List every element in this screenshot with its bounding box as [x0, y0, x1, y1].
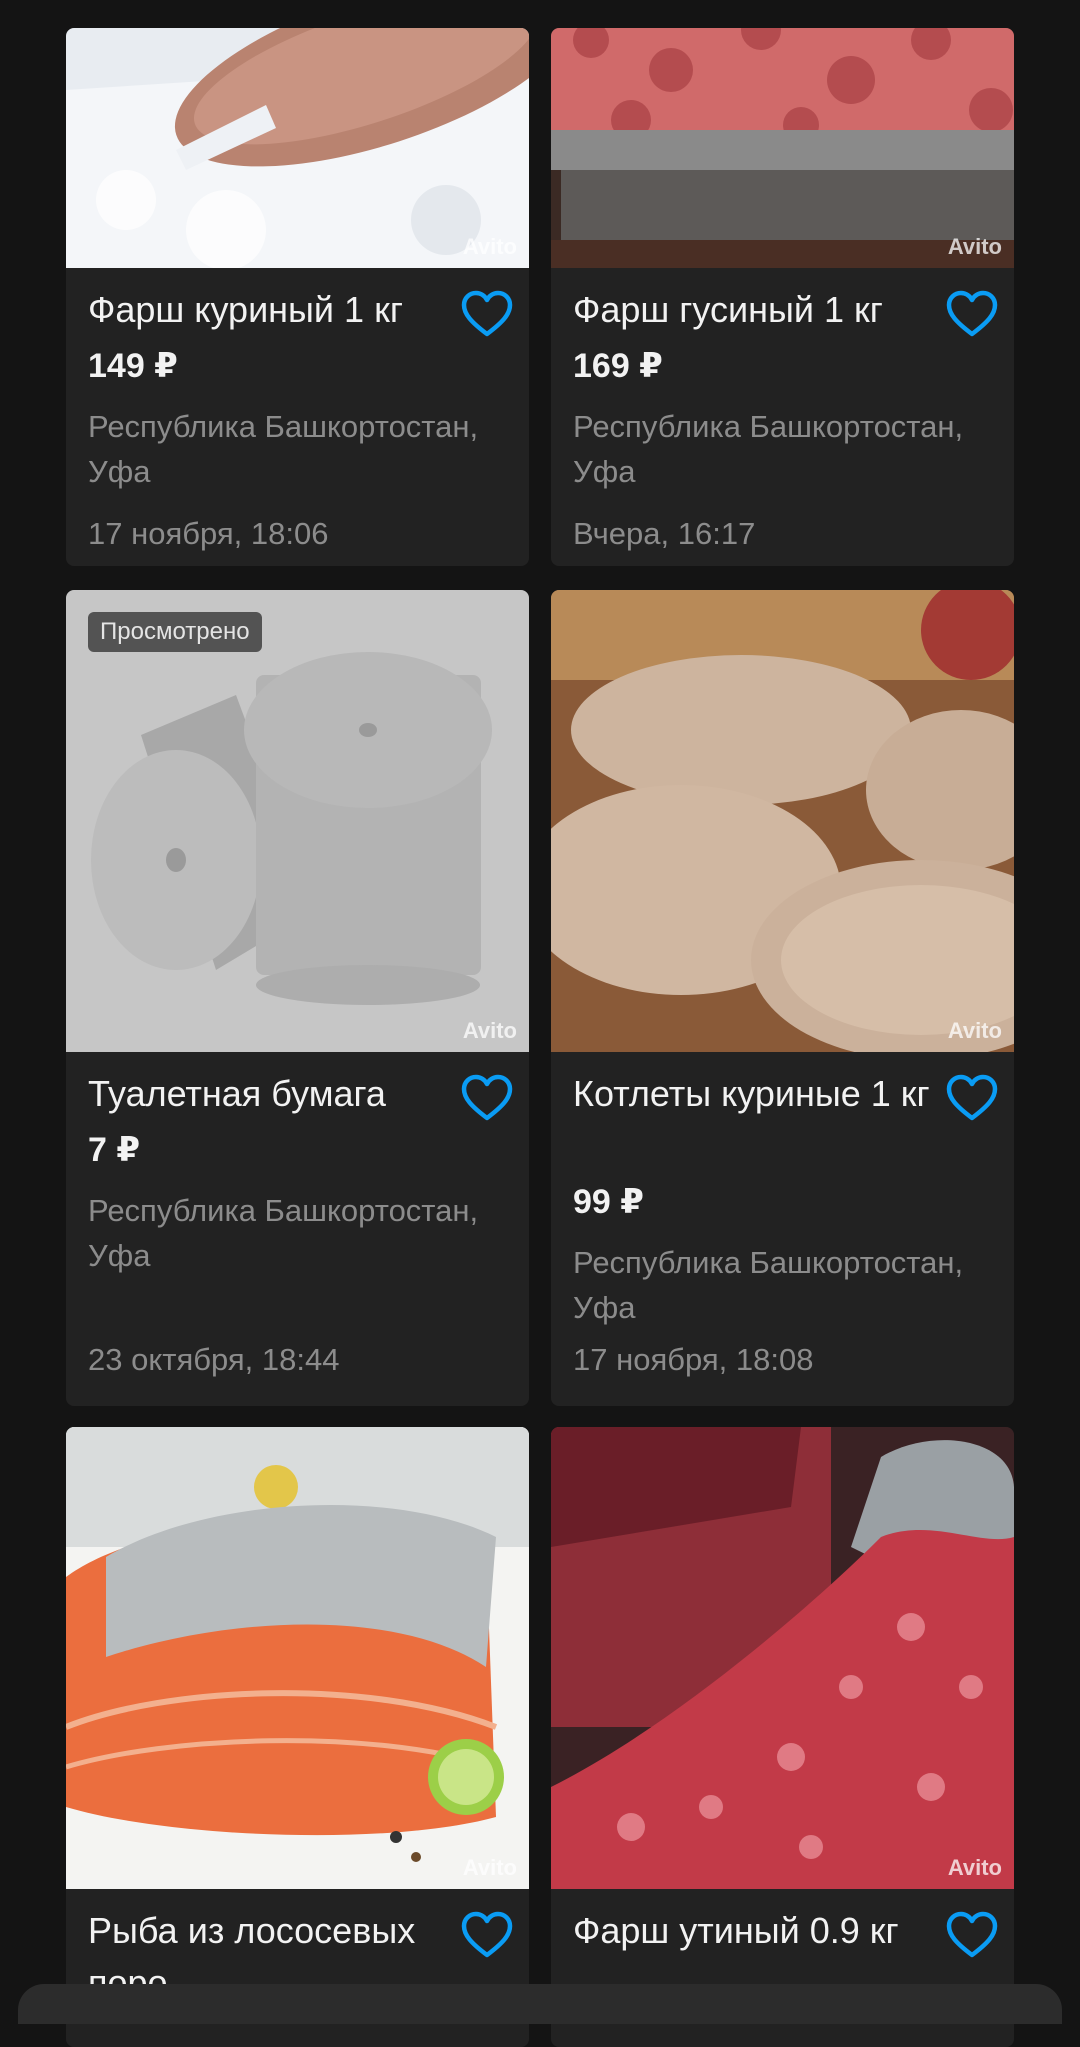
listing-title[interactable]: Котлеты куриные 1 кг: [573, 1068, 933, 1120]
heart-icon[interactable]: [946, 1911, 998, 1959]
listing-card[interactable]: Avito Фарш утиный 0.9 кг: [551, 1427, 1014, 2047]
listing-title[interactable]: Туалетная бумага: [88, 1068, 448, 1120]
avito-watermark: Avito: [462, 1018, 517, 1043]
avito-watermark: Avito: [947, 1018, 1002, 1043]
listing-photo[interactable]: Avito: [66, 28, 529, 268]
listing-location: Республика Башкортостан, Уфа: [88, 409, 479, 489]
ground-meat-ice-image: [66, 28, 529, 268]
listing-card[interactable]: Avito Фарш куриный 1 кг 149 ₽ Республика…: [66, 28, 529, 566]
listing-location: Республика Башкортостан, Уфа: [573, 1245, 964, 1325]
heart-icon[interactable]: [461, 1074, 513, 1122]
avito-watermark: Avito: [462, 1855, 517, 1880]
listing-card[interactable]: Avito Рыба из лососевых поро: [66, 1427, 529, 2047]
toilet-paper-image: [66, 590, 529, 1052]
listing-location: Республика Башкортостан, Уфа: [573, 409, 964, 489]
heart-icon[interactable]: [461, 1911, 513, 1959]
heart-icon[interactable]: [946, 290, 998, 338]
listing-photo[interactable]: Avito: [66, 1427, 529, 1889]
avito-watermark: Avito: [947, 1855, 1002, 1880]
listing-photo[interactable]: Avito: [551, 590, 1014, 1052]
goose-mince-tray-image: [551, 28, 1014, 268]
listing-photo[interactable]: Avito: [551, 28, 1014, 268]
listing-date: 17 ноября, 18:06: [88, 516, 329, 551]
viewed-badge: Просмотрено: [88, 612, 262, 652]
listing-price: 99 ₽: [573, 1183, 644, 1221]
chicken-cutlets-image: [551, 590, 1014, 1052]
heart-icon[interactable]: [461, 290, 513, 338]
listing-price: 169 ₽: [573, 347, 663, 385]
listing-date: Вчера, 16:17: [573, 516, 756, 551]
listing-card[interactable]: Avito Котлеты куриные 1 кг 99 ₽ Республи…: [551, 590, 1014, 1406]
duck-mince-grinder-image: [551, 1427, 1014, 1889]
avito-watermark: Avito: [947, 234, 1002, 259]
listing-photo[interactable]: Просмотрено Avito: [66, 590, 529, 1052]
listing-date: 23 октября, 18:44: [88, 1342, 340, 1377]
listing-price: 149 ₽: [88, 347, 178, 385]
listing-title[interactable]: Фарш гусиный 1 кг: [573, 284, 933, 336]
listing-card[interactable]: Просмотрено Avito Туалетная бумага 7 ₽ Р…: [66, 590, 529, 1406]
listing-title[interactable]: Фарш утиный 0.9 кг: [573, 1905, 933, 1957]
listing-card[interactable]: Avito Фарш гусиный 1 кг 169 ₽ Республика…: [551, 28, 1014, 566]
listing-price: 7 ₽: [88, 1131, 141, 1169]
listing-date: 17 ноября, 18:08: [573, 1342, 814, 1377]
listing-photo[interactable]: Avito: [551, 1427, 1014, 1889]
salmon-image: [66, 1427, 529, 1889]
bottom-sheet-handle[interactable]: [18, 1984, 1062, 2024]
heart-icon[interactable]: [946, 1074, 998, 1122]
avito-watermark: Avito: [462, 234, 517, 259]
listing-title[interactable]: Фарш куриный 1 кг: [88, 284, 448, 336]
listing-location: Республика Башкортостан, Уфа: [88, 1193, 479, 1273]
